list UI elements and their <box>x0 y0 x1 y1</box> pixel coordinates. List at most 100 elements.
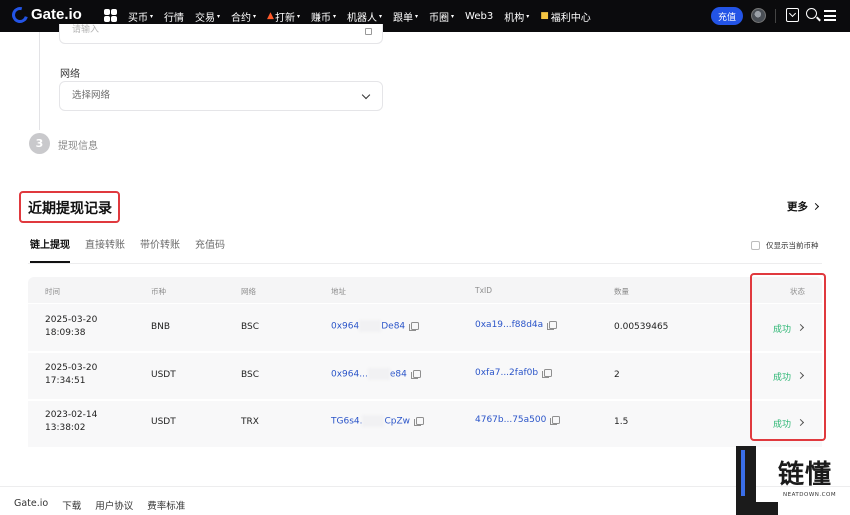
table-row[interactable]: 2025-03-20 17:34:51 USDT BSC 0x964... e84 … <box>28 351 822 399</box>
column-header-time: 时间 <box>45 287 60 296</box>
row-coin: BNB <box>151 322 171 332</box>
chevron-right-icon <box>811 202 820 211</box>
nav-item-trade[interactable]: 交易 ▾ <box>195 9 220 24</box>
table-row[interactable]: 2023-02-14 13:38:02 USDT TRX TG6s4. CpZw 4… <box>28 399 822 447</box>
nav-divider <box>775 9 776 23</box>
footer-link-gateio[interactable]: Gate.io <box>14 498 48 512</box>
chevron-down-icon: ▾ <box>379 12 383 20</box>
footer: Gate.io 下载 用户协议 费率标准 <box>14 498 199 512</box>
download-icon[interactable] <box>786 8 799 22</box>
address-input[interactable]: 请输入 <box>59 24 383 44</box>
chevron-down-icon: ▾ <box>415 12 419 20</box>
row-address[interactable]: 0x964... e84 <box>331 368 421 380</box>
paste-icon[interactable] <box>365 28 372 35</box>
redacted-mask <box>362 415 385 427</box>
copy-icon[interactable] <box>410 370 421 379</box>
chevron-down-icon: ▾ <box>296 12 300 20</box>
checkbox[interactable] <box>751 241 760 250</box>
row-address[interactable]: 0x964 De84 <box>331 320 420 332</box>
redacted-mask <box>359 320 382 332</box>
column-header-amount: 数量 <box>614 287 629 296</box>
logo[interactable]: Gate.io <box>9 3 82 26</box>
nav-item-launchpad[interactable]: ▲ 打新 ▾ <box>267 9 300 24</box>
row-time: 2025-03-20 18:09:38 <box>45 315 98 338</box>
gate-logo-icon <box>9 3 31 26</box>
row-network: BSC <box>241 370 260 380</box>
gift-icon: ■ <box>540 11 549 21</box>
column-header-network: 网络 <box>241 287 256 296</box>
logo-text: Gate.io <box>31 6 82 23</box>
only-current-coin-toggle[interactable]: 仅显示当前币种 <box>751 240 819 251</box>
copy-icon[interactable] <box>550 415 561 425</box>
row-txid[interactable]: 0xfa7...2faf0b <box>475 368 553 378</box>
chevron-down-icon: ▾ <box>150 12 154 20</box>
step-connector-line <box>39 32 40 130</box>
nav-item-rewards-center[interactable]: ■ 福利中心 <box>540 9 591 24</box>
chevron-right-icon[interactable] <box>796 418 805 427</box>
row-status: 成功 <box>773 420 792 430</box>
column-header-status: 状态 <box>790 287 805 296</box>
address-input-placeholder: 请输入 <box>72 25 100 35</box>
tab-direct-transfer[interactable]: 直接转账 <box>85 239 125 263</box>
copy-icon[interactable] <box>414 417 425 426</box>
row-coin: USDT <box>151 417 176 427</box>
nav-item-earn[interactable]: 赚币 ▾ <box>311 9 336 24</box>
column-header-address: 地址 <box>331 287 346 296</box>
table-header: 时间 币种 网络 地址 TxID 数量 状态 <box>28 277 822 303</box>
nav-item-web3[interactable]: Web3 <box>465 11 493 22</box>
apps-grid-icon[interactable] <box>104 9 117 22</box>
footer-divider <box>0 486 850 487</box>
search-icon[interactable] <box>806 8 817 19</box>
nav-item-copy-trading[interactable]: 跟单 ▾ <box>393 9 418 24</box>
row-amount: 2 <box>614 370 620 380</box>
nav-item-buy-crypto[interactable]: 买币 ▾ <box>128 9 153 24</box>
row-amount: 0.00539465 <box>614 322 669 332</box>
chevron-down-icon: ▾ <box>217 12 221 20</box>
watermark-logo: 链懂 NEATDOWN.COM <box>736 446 850 515</box>
tab-onchain-withdrawal[interactable]: 链上提现 <box>30 239 70 263</box>
chevron-down-icon: ▾ <box>332 12 336 20</box>
chevron-right-icon[interactable] <box>796 371 805 380</box>
row-network: TRX <box>241 417 259 427</box>
tab-deposit-code[interactable]: 充值码 <box>195 239 225 263</box>
chevron-down-icon: ▾ <box>253 12 257 20</box>
flame-icon: ▲ <box>267 11 274 21</box>
step-label: 提现信息 <box>58 141 98 152</box>
copy-icon[interactable] <box>542 368 553 378</box>
row-status: 成功 <box>773 373 792 383</box>
nav-item-markets[interactable]: 行情 <box>164 9 184 24</box>
footer-link-user-agreement[interactable]: 用户协议 <box>95 498 133 512</box>
history-tabs: 链上提现 直接转账 带价转账 充值码 <box>30 239 240 263</box>
withdrawal-table: 时间 币种 网络 地址 TxID 数量 状态 2025-03-20 18:09:3… <box>28 277 822 447</box>
tab-priced-transfer[interactable]: 带价转账 <box>140 239 180 263</box>
nav-item-institutional[interactable]: 机构 ▾ <box>504 9 529 24</box>
section-title: 近期提现记录 <box>28 201 112 217</box>
footer-link-download[interactable]: 下载 <box>62 498 81 512</box>
footer-link-fee-schedule[interactable]: 费率标准 <box>147 498 185 512</box>
row-txid[interactable]: 0xa19...f88d4a <box>475 320 558 330</box>
copy-icon[interactable] <box>409 322 420 331</box>
network-label: 网络 <box>60 69 80 80</box>
deposit-button[interactable]: 充值 <box>711 7 743 25</box>
network-select[interactable]: 选择网络 <box>59 81 383 111</box>
table-row[interactable]: 2025-03-20 18:09:38 BNB BSC 0x964 De84 0xa… <box>28 303 822 351</box>
row-txid[interactable]: 4767b...75a500 <box>475 415 561 425</box>
row-coin: USDT <box>151 370 176 380</box>
copy-icon[interactable] <box>547 320 558 330</box>
hamburger-menu-icon[interactable] <box>824 10 836 21</box>
row-time: 2025-03-20 17:34:51 <box>45 363 98 386</box>
nav-item-futures[interactable]: 合约 ▾ <box>231 9 256 24</box>
more-link[interactable]: 更多 <box>787 199 820 214</box>
tabs-divider <box>28 263 822 264</box>
nav-item-crypto-circle[interactable]: 币圈 ▾ <box>429 9 454 24</box>
chevron-down-icon: ▾ <box>526 12 530 20</box>
row-address[interactable]: TG6s4. CpZw <box>331 415 425 427</box>
row-amount: 1.5 <box>614 417 629 427</box>
avatar[interactable] <box>751 8 766 23</box>
chevron-right-icon[interactable] <box>796 323 805 332</box>
row-time: 2023-02-14 13:38:02 <box>45 410 98 433</box>
nav-item-bots[interactable]: 机器人 ▾ <box>347 9 382 24</box>
watermark-subtext: NEATDOWN.COM <box>783 492 837 498</box>
redacted-mask <box>367 368 390 380</box>
step-number-badge: 3 <box>29 133 50 154</box>
